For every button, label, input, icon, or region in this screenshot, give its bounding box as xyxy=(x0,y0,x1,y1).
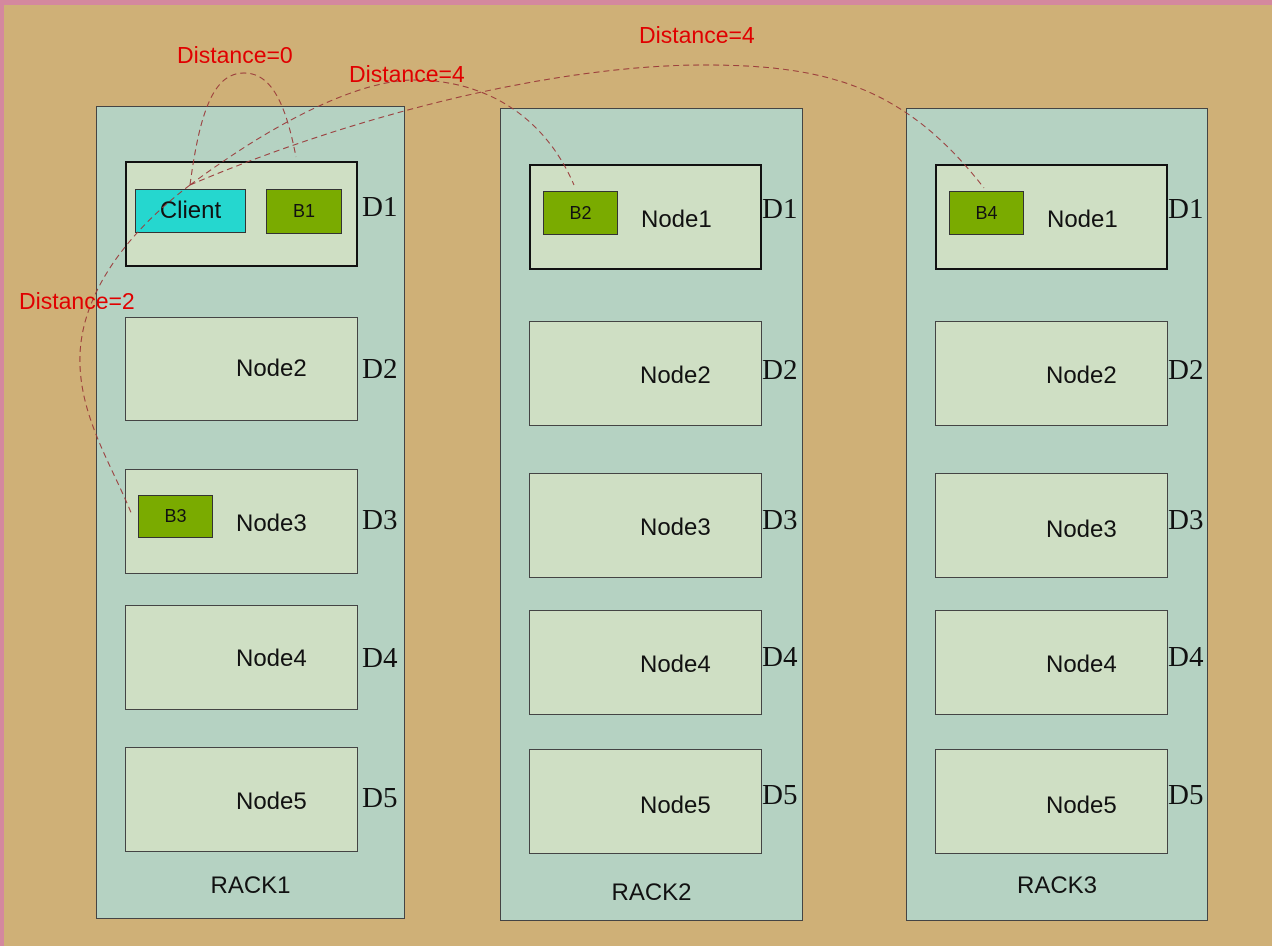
rack3-node5: Node5 xyxy=(935,749,1168,854)
node-label: Node3 xyxy=(1046,516,1117,543)
disk-label: D1 xyxy=(1168,193,1204,225)
rack-label: RACK3 xyxy=(1016,872,1098,899)
rack3-node1: B4 Node1 xyxy=(935,164,1168,270)
disk-label: D4 xyxy=(362,642,398,674)
disk-label: D4 xyxy=(1168,641,1204,673)
disk-label: D2 xyxy=(362,353,398,385)
node-label: Node4 xyxy=(640,651,711,678)
rack2-node2: Node2 xyxy=(529,321,762,426)
node-label: Node2 xyxy=(640,362,711,389)
node-label: Node4 xyxy=(1046,651,1117,678)
node-label: Node1 xyxy=(1047,206,1118,233)
rack3-node4: Node4 xyxy=(935,610,1168,715)
node-label: Node3 xyxy=(640,514,711,541)
rack-3: B4 Node1 D1 Node2 D2 Node3 D3 Node4 D4 N… xyxy=(906,108,1208,921)
block-b2: B2 xyxy=(543,191,618,235)
node-label: Node3 xyxy=(236,510,307,537)
distance-label-b3: Distance=2 xyxy=(19,288,135,314)
rack1-node3: B3 Node3 xyxy=(125,469,358,574)
block-b1: B1 xyxy=(266,189,342,234)
distance-label-b4: Distance=4 xyxy=(639,22,755,48)
node-label: Node5 xyxy=(640,792,711,819)
rack-label: RACK2 xyxy=(611,879,692,906)
rack3-node2: Node2 xyxy=(935,321,1168,426)
rack1-node2: Node2 xyxy=(125,317,358,421)
topology-diagram: Client B1 D1 Node2 D2 B3 Node3 D3 Node4 … xyxy=(4,5,1272,946)
rack-1: Client B1 D1 Node2 D2 B3 Node3 D3 Node4 … xyxy=(96,106,405,919)
rack-2: B2 Node1 D1 Node2 D2 Node3 D3 Node4 D4 N… xyxy=(500,108,803,921)
node-label: Node5 xyxy=(236,788,307,815)
disk-label: D2 xyxy=(1168,354,1204,386)
disk-label: D3 xyxy=(1168,504,1204,536)
disk-label: D1 xyxy=(362,191,398,223)
disk-label: D1 xyxy=(762,193,798,225)
node-label: Node4 xyxy=(236,645,307,672)
disk-label: D3 xyxy=(362,504,398,536)
disk-label: D5 xyxy=(762,779,798,811)
rack1-node1: Client B1 xyxy=(125,161,358,267)
node-label: Node2 xyxy=(236,355,307,382)
distance-label-b1: Distance=0 xyxy=(177,42,293,68)
rack1-node4: Node4 xyxy=(125,605,358,710)
disk-label: D2 xyxy=(762,354,798,386)
rack1-node5: Node5 xyxy=(125,747,358,852)
client-box: Client xyxy=(135,189,246,233)
block-b3: B3 xyxy=(138,495,213,538)
node-label: Node5 xyxy=(1046,792,1117,819)
node-label: Node1 xyxy=(641,206,712,233)
rack3-node3: Node3 xyxy=(935,473,1168,578)
rack2-node1: B2 Node1 xyxy=(529,164,762,270)
rack2-node4: Node4 xyxy=(529,610,762,715)
block-b4: B4 xyxy=(949,191,1024,235)
node-label: Node2 xyxy=(1046,362,1117,389)
rack-label: RACK1 xyxy=(210,872,291,899)
distance-label-b2: Distance=4 xyxy=(349,61,465,87)
disk-label: D5 xyxy=(1168,779,1204,811)
disk-label: D3 xyxy=(762,504,798,536)
rack2-node5: Node5 xyxy=(529,749,762,854)
rack2-node3: Node3 xyxy=(529,473,762,578)
disk-label: D4 xyxy=(762,641,798,673)
disk-label: D5 xyxy=(362,782,398,814)
